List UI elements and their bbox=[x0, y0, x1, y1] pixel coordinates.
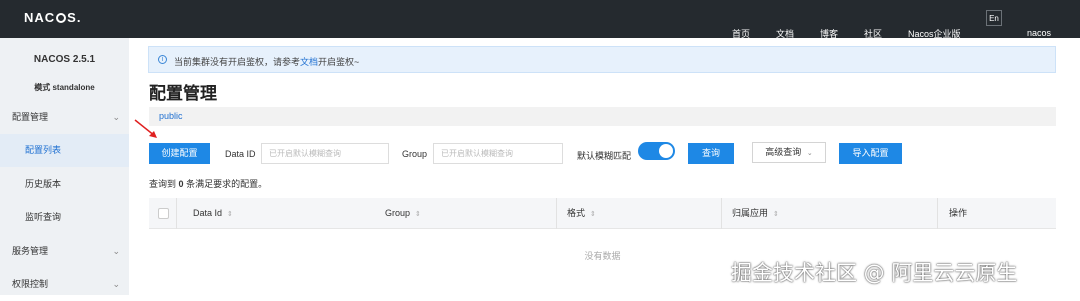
column-divider bbox=[176, 198, 177, 229]
top-header: NAC S. 首页 文档 博客 社区 Nacos企业版 En nacos bbox=[0, 0, 1080, 39]
sidebar-item-history[interactable]: 历史版本 bbox=[0, 168, 129, 201]
sort-icon[interactable]: ⇕ bbox=[415, 211, 421, 218]
data-id-input[interactable] bbox=[261, 143, 389, 164]
namespace-bar: public bbox=[149, 107, 1056, 126]
sort-icon[interactable]: ⇕ bbox=[773, 211, 779, 218]
select-all-checkbox[interactable] bbox=[158, 208, 169, 219]
column-header-format[interactable]: 格式 ⇕ bbox=[567, 198, 596, 229]
toggle-knob bbox=[659, 144, 673, 158]
chevron-down-icon: ⌄ bbox=[112, 279, 120, 289]
column-header-actions: 操作 bbox=[949, 208, 968, 218]
fuzzy-match-label: 默认模糊匹配 bbox=[577, 151, 632, 161]
docs-link[interactable]: 文档 bbox=[300, 57, 318, 67]
language-switch-button[interactable]: En bbox=[986, 10, 1002, 26]
table-header: Data Id ⇕ Group ⇕ 格式 ⇕ 归属应用 ⇕ 操作 bbox=[149, 198, 1056, 229]
namespace-tab-public[interactable]: public bbox=[159, 111, 183, 121]
mode-label: 模式 standalone bbox=[34, 83, 95, 92]
fuzzy-match-toggle[interactable] bbox=[638, 142, 675, 160]
sidebar-item-listener-query[interactable]: 监听查询 bbox=[0, 201, 129, 234]
column-header-group[interactable]: Group ⇕ bbox=[385, 198, 421, 229]
logo-ring-icon bbox=[56, 13, 67, 23]
notice-text-suffix: 开启鉴权~ bbox=[318, 57, 360, 67]
import-config-button[interactable]: 导入配置 bbox=[839, 143, 902, 164]
sidebar-item-config-list[interactable]: 配置列表 bbox=[0, 134, 129, 167]
page-title: 配置管理 bbox=[149, 84, 217, 103]
data-id-label: Data ID bbox=[225, 149, 256, 159]
sidebar-item-label: 监听查询 bbox=[25, 212, 62, 222]
chevron-down-icon: ⌄ bbox=[806, 150, 813, 157]
watermark: 掘金技术社区 @ 阿里云云原生 bbox=[731, 261, 1018, 285]
nacos-logo[interactable]: NAC S. bbox=[24, 10, 81, 25]
sidebar-item-label: 服务管理 bbox=[12, 246, 49, 256]
group-label: Group bbox=[402, 149, 428, 159]
auth-notice-banner: i 当前集群没有开启鉴权，请参考文档开启鉴权~ bbox=[148, 46, 1056, 73]
sidebar-item-label: 配置管理 bbox=[12, 112, 49, 122]
create-config-button[interactable]: 创建配置 bbox=[149, 143, 210, 164]
info-icon: i bbox=[158, 55, 167, 64]
column-label: Group bbox=[385, 208, 411, 218]
column-divider bbox=[721, 198, 722, 229]
sidebar-item-service-management[interactable]: 服务管理 ⌄ bbox=[0, 235, 129, 268]
sidebar: NACOS 2.5.1 模式 standalone 配置管理 ⌄ 配置列表 历史… bbox=[0, 38, 129, 295]
column-label: 格式 bbox=[567, 208, 586, 218]
column-label: 归属应用 bbox=[732, 208, 769, 218]
sidebar-item-label: 历史版本 bbox=[25, 179, 62, 189]
result-summary: 查询到 0 条满足要求的配置。 bbox=[149, 177, 267, 190]
column-header-app[interactable]: 归属应用 ⇕ bbox=[732, 198, 779, 229]
advanced-search-button[interactable]: 高级查询 ⌄ bbox=[752, 142, 826, 163]
result-suffix: 条满足要求的配置。 bbox=[186, 179, 268, 189]
advanced-search-label: 高级查询 bbox=[765, 147, 802, 157]
result-count: 0 bbox=[178, 179, 184, 189]
version-label: NACOS 2.5.1 bbox=[33, 54, 96, 65]
sidebar-item-access-control[interactable]: 权限控制 ⌄ bbox=[0, 268, 129, 301]
sort-icon[interactable]: ⇕ bbox=[227, 211, 233, 218]
column-header-data-id[interactable]: Data Id ⇕ bbox=[193, 198, 233, 229]
sidebar-item-label: 权限控制 bbox=[12, 279, 49, 289]
notice-text-prefix: 当前集群没有开启鉴权，请参考 bbox=[174, 57, 301, 67]
sidebar-item-config-management[interactable]: 配置管理 ⌄ bbox=[0, 101, 129, 134]
column-divider bbox=[937, 198, 938, 229]
chevron-down-icon: ⌄ bbox=[112, 112, 120, 122]
column-label: Data Id bbox=[193, 208, 223, 218]
search-button[interactable]: 查询 bbox=[688, 143, 734, 164]
chevron-down-icon: ⌄ bbox=[112, 246, 120, 256]
column-divider bbox=[556, 198, 557, 229]
result-prefix: 查询到 bbox=[149, 179, 177, 189]
notice-text: 当前集群没有开启鉴权，请参考文档开启鉴权~ bbox=[174, 55, 359, 68]
group-input[interactable] bbox=[433, 143, 563, 164]
sidebar-item-label: 配置列表 bbox=[25, 145, 62, 155]
annotation-arrow-icon bbox=[134, 119, 157, 138]
sort-icon[interactable]: ⇕ bbox=[590, 211, 596, 218]
